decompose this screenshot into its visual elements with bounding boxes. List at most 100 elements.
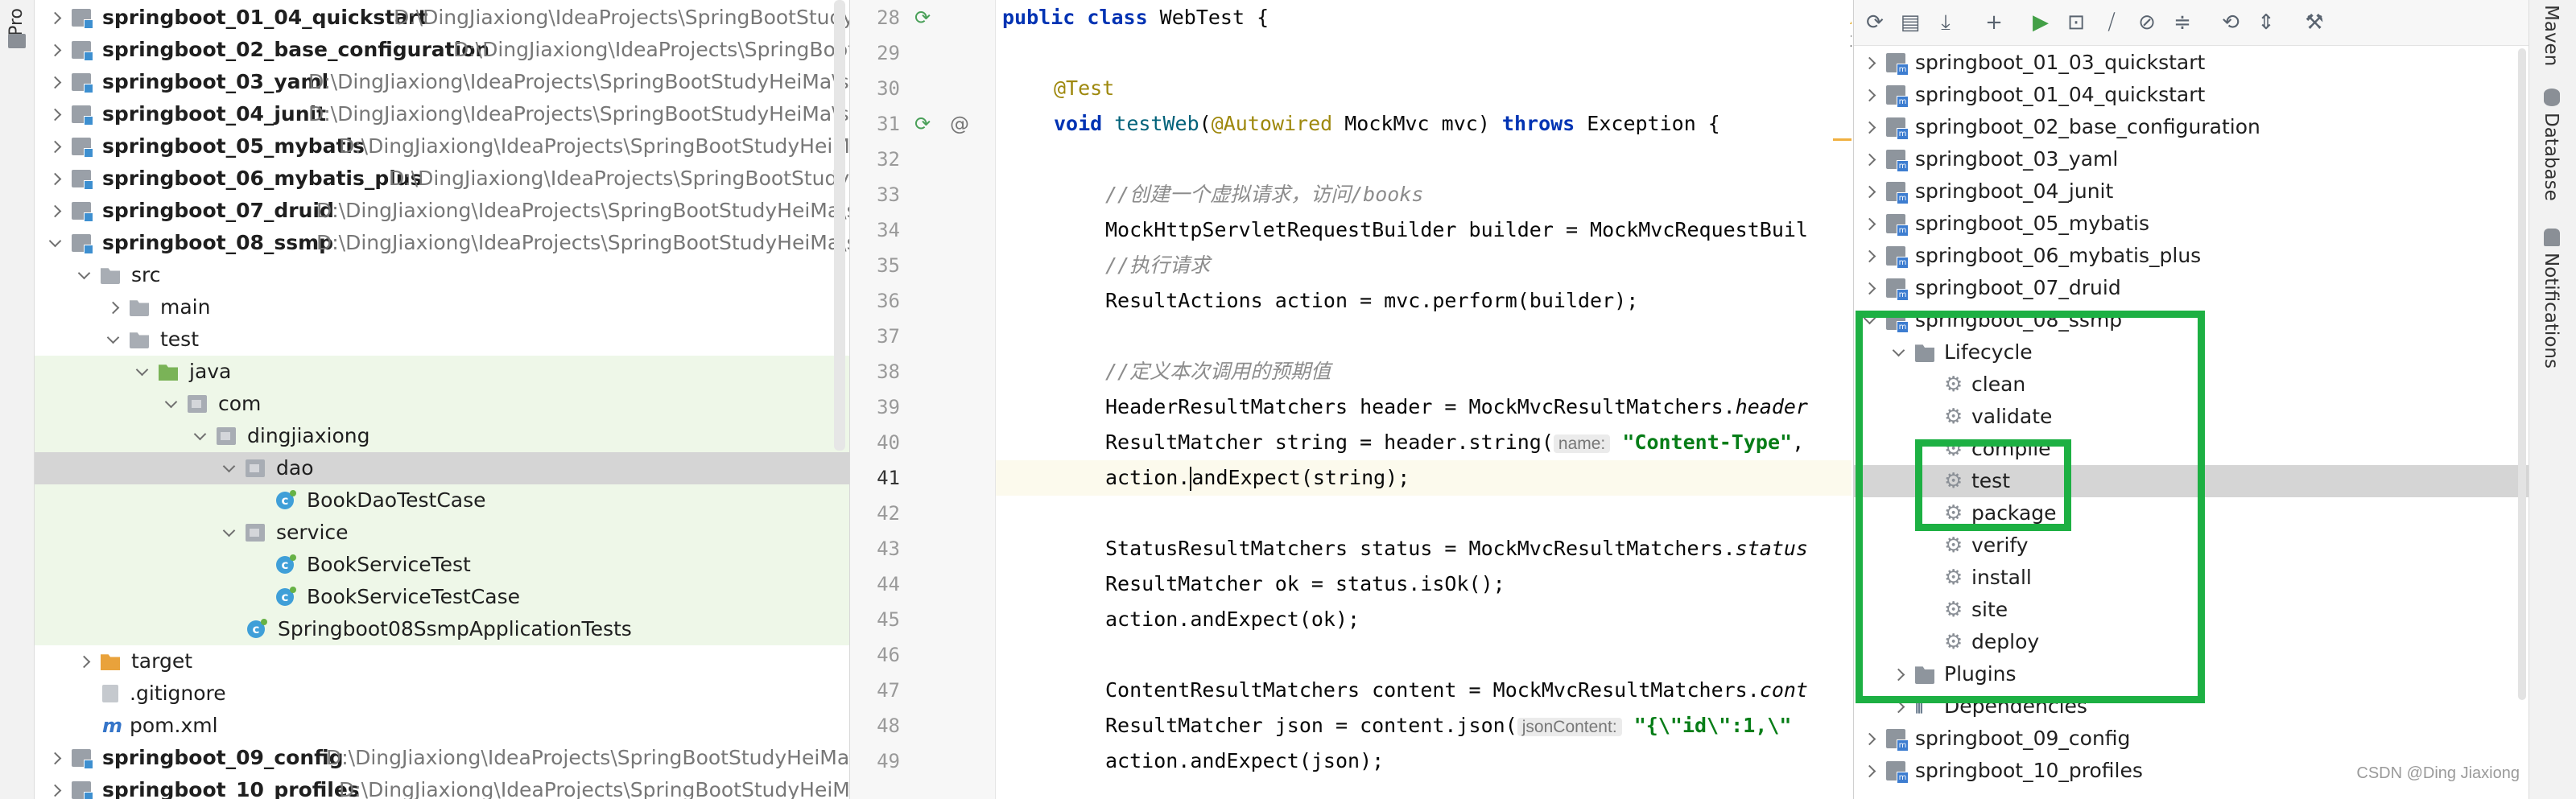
- tree-item-folder[interactable]: src: [35, 259, 849, 291]
- maven-project-item[interactable]: springboot_02_base_configuration: [1854, 111, 2529, 143]
- reload-icon[interactable]: ⟳: [1862, 10, 1888, 35]
- chevron-right-icon[interactable]: [48, 11, 62, 25]
- chevron-right-icon[interactable]: [48, 752, 62, 765]
- notifications-tool-button[interactable]: Notifications: [2541, 253, 2562, 369]
- toggle-offline-icon[interactable]: ⧸: [2099, 10, 2124, 35]
- tree-item-file[interactable]: .gitignore: [35, 678, 849, 710]
- tree-item-file[interactable]: m pom.xml: [35, 710, 849, 742]
- chevron-right-icon[interactable]: [48, 43, 62, 57]
- tree-item-package[interactable]: service: [35, 517, 849, 549]
- chevron-right-icon[interactable]: [1863, 56, 1876, 70]
- tree-item-module[interactable]: springboot_06_mybatis_plus D:\DingJiaxio…: [35, 163, 849, 195]
- line-number: 29: [877, 42, 900, 64]
- maven-project-item[interactable]: springboot_07_druid: [1854, 272, 2529, 304]
- chevron-right-icon[interactable]: [77, 655, 91, 669]
- tree-item-class[interactable]: c BookServiceTest: [35, 549, 849, 581]
- tree-item-module[interactable]: springboot_05_mybatis D:\DingJiaxiong\Id…: [35, 130, 849, 163]
- tree-item-module[interactable]: springboot_01_04_quickstart D:\DingJiaxi…: [35, 2, 849, 34]
- maven-project-item[interactable]: springboot_05_mybatis: [1854, 208, 2529, 240]
- chevron-down-icon[interactable]: [106, 331, 120, 344]
- chevron-right-icon[interactable]: [1863, 217, 1876, 231]
- chevron-right-icon[interactable]: [48, 204, 62, 218]
- run-test-icon[interactable]: ⟳: [914, 106, 931, 142]
- tree-item-class[interactable]: c BookDaoTestCase: [35, 484, 849, 517]
- code-editor[interactable]: public class WebTest { ⚠ 1 ⌃ ⌄ @Test voi…: [996, 0, 1852, 799]
- tree-item-folder[interactable]: target: [35, 645, 849, 678]
- show-dependencies-icon[interactable]: ⟲: [2218, 10, 2244, 35]
- settings-wrench-icon[interactable]: ⚒: [2301, 10, 2327, 35]
- tree-item-class[interactable]: c Springboot08SsmpApplicationTests: [35, 613, 849, 645]
- chevron-down-icon[interactable]: [77, 266, 91, 280]
- run-class-icon[interactable]: ⟳: [914, 0, 931, 35]
- module-path: D:\DingJiaxiong\IdeaProjects\SpringBootS…: [389, 167, 850, 190]
- keyword: throws: [1501, 112, 1575, 135]
- expand-icon[interactable]: ⇕: [2253, 10, 2279, 35]
- tree-item-class[interactable]: c BookServiceTestCase: [35, 581, 849, 613]
- chevron-right-icon[interactable]: [1863, 121, 1876, 134]
- chevron-right-icon[interactable]: [1863, 282, 1876, 295]
- tree-item-package[interactable]: dingjiaxiong: [35, 420, 849, 452]
- implemented-marker-icon[interactable]: @: [950, 106, 969, 142]
- test-goal-highlight-box: [1915, 439, 2071, 531]
- tree-item-module[interactable]: springboot_02_base_configuration D:\Ding…: [35, 34, 849, 66]
- collapse-icon[interactable]: ≑: [2169, 10, 2195, 35]
- maven-project-item[interactable]: springboot_06_mybatis_plus: [1854, 240, 2529, 272]
- module-path: D:\DingJiaxiong\IdeaProjects\SpringBootS…: [339, 778, 850, 799]
- add-maven-project-icon[interactable]: ▤: [1897, 10, 1923, 35]
- chevron-right-icon[interactable]: [48, 140, 62, 154]
- maven-project-item[interactable]: springboot_01_03_quickstart: [1854, 47, 2529, 79]
- tree-item-module[interactable]: springboot_07_druid D:\DingJiaxiong\Idea…: [35, 195, 849, 227]
- code-line: ContentResultMatchers content = MockMvcR…: [996, 673, 1852, 708]
- code-line: ResultMatcher ok = status.isOk();: [1105, 572, 1505, 595]
- project-scrollbar[interactable]: [834, 0, 845, 451]
- run-icon[interactable]: ▶: [2028, 10, 2054, 35]
- tree-item-folder[interactable]: main: [35, 291, 849, 323]
- execute-goal-icon[interactable]: ⊡: [2063, 10, 2089, 35]
- maven-project-label: springboot_01_03_quickstart: [1915, 51, 2206, 74]
- chevron-down-icon[interactable]: [135, 363, 149, 377]
- chevron-right-icon[interactable]: [48, 172, 62, 186]
- tree-item-package[interactable]: com: [35, 388, 849, 420]
- tree-item-module[interactable]: springboot_04_junit D:\DingJiaxiong\Idea…: [35, 98, 849, 130]
- chevron-right-icon[interactable]: [48, 108, 62, 121]
- tree-item-folder[interactable]: test: [35, 323, 849, 356]
- tree-item-module[interactable]: springboot_09_config D:\DingJiaxiong\Ide…: [35, 742, 849, 774]
- maven-project-item[interactable]: springboot_04_junit: [1854, 175, 2529, 208]
- tree-item-package-selected[interactable]: dao: [35, 452, 849, 484]
- database-icon: [2544, 89, 2560, 106]
- tree-item-module[interactable]: springboot_10_profiles D:\DingJiaxiong\I…: [35, 774, 849, 799]
- chevron-right-icon[interactable]: [1863, 249, 1876, 263]
- maven-project-item[interactable]: springboot_03_yaml: [1854, 143, 2529, 175]
- maven-project-item[interactable]: springboot_09_config: [1854, 723, 2529, 755]
- download-icon[interactable]: ⤓: [1933, 10, 1959, 35]
- code-text: StatusResultMatchers status = MockMvcRes…: [1105, 537, 1736, 560]
- chevron-down-icon[interactable]: [164, 395, 178, 409]
- chevron-right-icon[interactable]: [1863, 764, 1876, 778]
- plus-icon[interactable]: +: [1981, 10, 2007, 35]
- maven-tool-button[interactable]: Maven: [2541, 5, 2562, 66]
- tree-item-module[interactable]: springboot_03_yaml D:\DingJiaxiong\IdeaP…: [35, 66, 849, 98]
- chevron-right-icon[interactable]: [1863, 732, 1876, 746]
- maven-scrollbar[interactable]: [2518, 48, 2526, 700]
- chevron-down-icon[interactable]: [48, 234, 62, 248]
- project-folder-icon[interactable]: [8, 34, 26, 48]
- chevron-right-icon[interactable]: [1863, 185, 1876, 199]
- chevron-down-icon[interactable]: [222, 524, 236, 537]
- chevron-down-icon[interactable]: [222, 459, 236, 473]
- tree-item-test-source-root[interactable]: java: [35, 356, 849, 388]
- folder-name: src: [131, 263, 161, 286]
- skip-tests-icon[interactable]: ⊘: [2134, 10, 2160, 35]
- code-line: ResultActions action = mvc.perform(build…: [1105, 289, 1639, 312]
- file-name: .gitignore: [130, 682, 226, 705]
- class-name: BookServiceTestCase: [307, 585, 521, 608]
- tree-item-module[interactable]: springboot_08_ssmp D:\DingJiaxiong\IdeaP…: [35, 227, 849, 259]
- chevron-right-icon[interactable]: [1863, 89, 1876, 102]
- chevron-down-icon[interactable]: [193, 427, 207, 441]
- project-tool-window-label[interactable]: Pro: [6, 8, 27, 36]
- chevron-right-icon[interactable]: [106, 301, 120, 315]
- chevron-right-icon[interactable]: [48, 76, 62, 89]
- maven-project-item[interactable]: springboot_01_04_quickstart: [1854, 79, 2529, 111]
- chevron-right-icon[interactable]: [48, 784, 62, 797]
- chevron-right-icon[interactable]: [1863, 153, 1876, 167]
- database-tool-button[interactable]: Database: [2541, 113, 2562, 201]
